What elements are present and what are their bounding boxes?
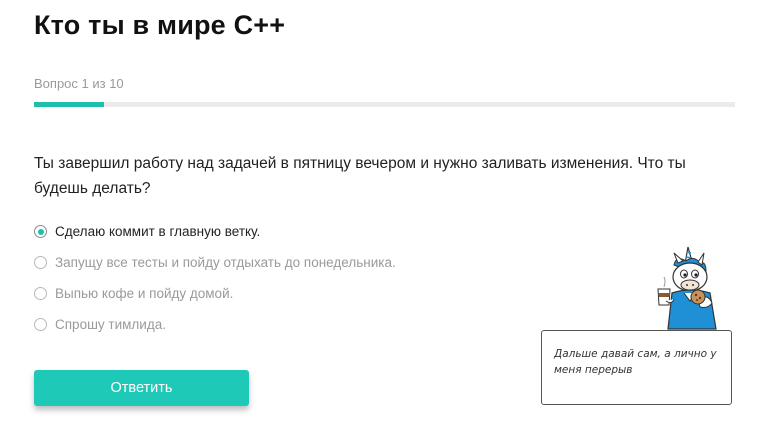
- answer-option-label: Запущу все тесты и пойду отдыхать до пон…: [55, 255, 396, 270]
- radio-button[interactable]: [34, 318, 47, 331]
- answer-option-4[interactable]: Спрошу тимлида.: [34, 309, 396, 340]
- unicorn-mascot-icon: [636, 243, 736, 333]
- answer-option-label: Сделаю коммит в главную ветку.: [55, 224, 261, 239]
- radio-button-selected[interactable]: [34, 225, 47, 238]
- answer-option-1[interactable]: Сделаю коммит в главную ветку.: [34, 216, 396, 247]
- page-title: Кто ты в мире C++: [34, 10, 286, 40]
- radio-button[interactable]: [34, 256, 47, 269]
- answer-option-2[interactable]: Запущу все тесты и пойду отдыхать до пон…: [34, 247, 396, 278]
- submit-answer-button[interactable]: Ответить: [34, 370, 249, 406]
- progress-label: Вопрос 1 из 10: [34, 76, 124, 91]
- answer-options: Сделаю коммит в главную ветку. Запущу вс…: [34, 216, 396, 340]
- answer-option-3[interactable]: Выпью кофе и пойду домой.: [34, 278, 396, 309]
- quiz-page: Кто ты в мире C++ Вопрос 1 из 10 Ты заве…: [0, 0, 780, 430]
- question-text: Ты завершил работу над задачей в пятницу…: [34, 155, 686, 197]
- radio-button[interactable]: [34, 287, 47, 300]
- answer-option-label: Выпью кофе и пойду домой.: [55, 286, 234, 301]
- mascot-speech-bubble: Дальше давай сам, а лично у меня перерыв: [541, 330, 732, 405]
- progress-bar-fill: [34, 102, 105, 107]
- progress-bar: [34, 102, 735, 107]
- answer-option-label: Спрошу тимлида.: [55, 317, 166, 332]
